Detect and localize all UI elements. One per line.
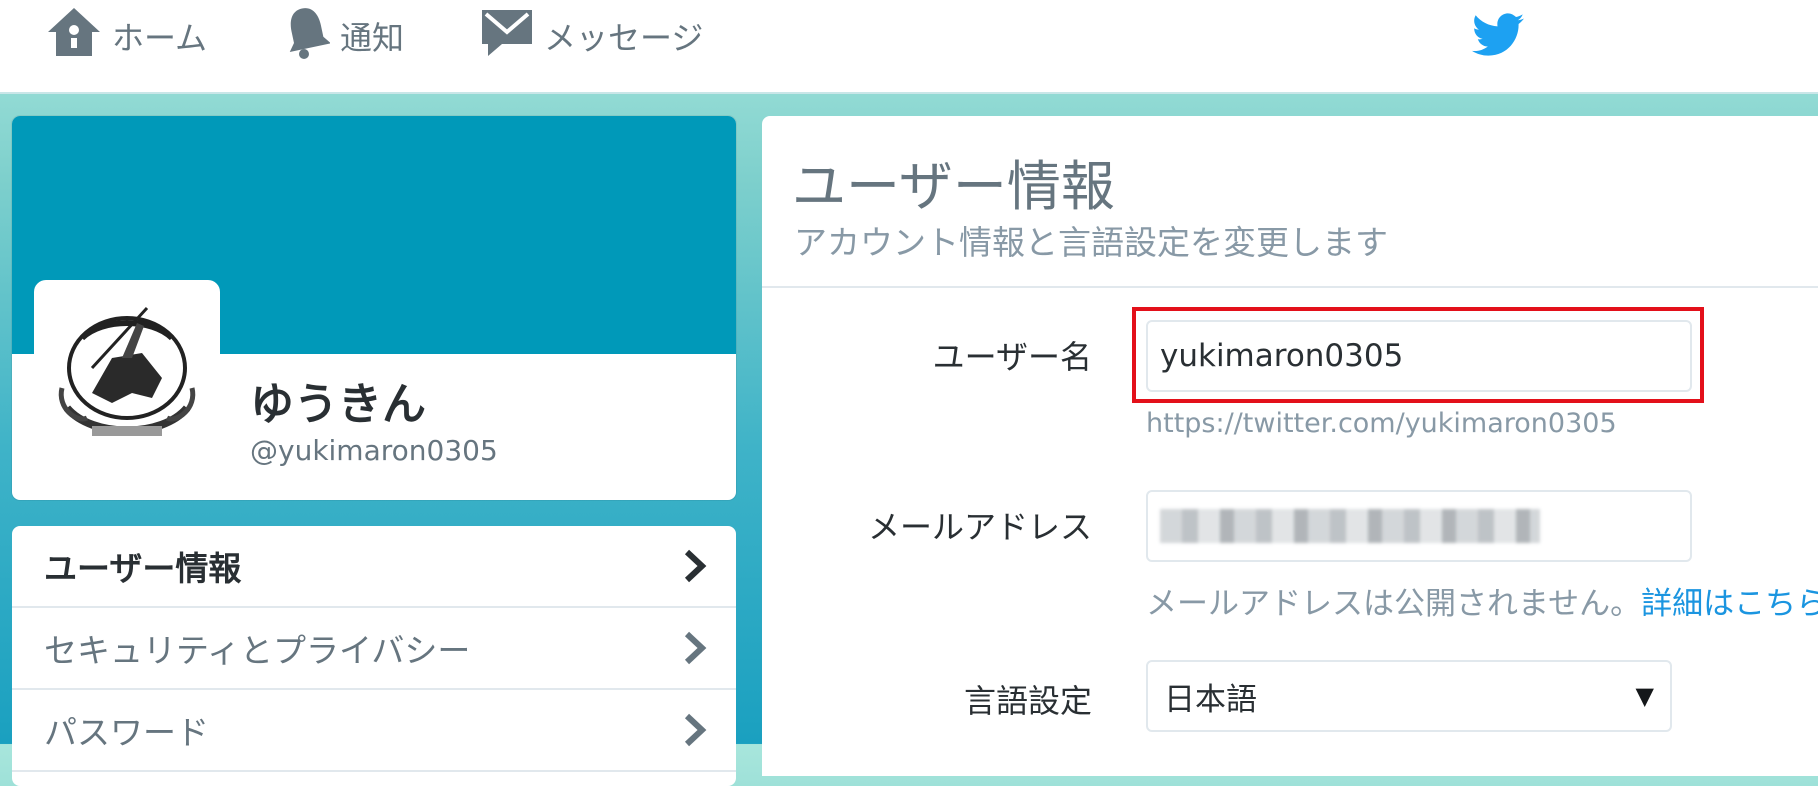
chevron-right-icon <box>682 712 708 752</box>
panel-header: ユーザー情報 アカウント情報と言語設定を変更します <box>762 116 1818 288</box>
nav-notifications[interactable]: 通知 <box>284 8 404 64</box>
language-select[interactable]: 日本語 ▼ <box>1146 660 1672 732</box>
envelope-icon <box>480 6 534 66</box>
nav-messages-label: メッセージ <box>544 19 704 57</box>
menu-item-label: セキュリティとプライバシー <box>44 631 471 670</box>
account-settings-panel: ユーザー情報 アカウント情報と言語設定を変更します ユーザー名 yukimaro… <box>762 116 1818 776</box>
avatar[interactable] <box>34 280 220 466</box>
twitter-bird-icon[interactable] <box>1472 12 1524 62</box>
menu-item-security-privacy[interactable]: セキュリティとプライバシー <box>12 608 736 690</box>
chevron-right-icon <box>682 630 708 670</box>
username-input[interactable]: yukimaron0305 <box>1146 320 1692 392</box>
menu-item-user-info[interactable]: ユーザー情報 <box>12 526 736 608</box>
page-title: ユーザー情報 <box>792 155 1115 218</box>
nav-notifications-label: 通知 <box>340 19 405 57</box>
home-icon <box>46 6 102 66</box>
language-select-value: 日本語 <box>1164 681 1257 718</box>
email-hint: メールアドレスは公開されません。詳細はこちら。 <box>1146 578 1818 623</box>
dropdown-arrow-icon: ▼ <box>1635 682 1654 710</box>
nav-messages[interactable]: メッセージ <box>480 8 703 64</box>
knight-crest-icon <box>58 306 196 436</box>
redacted-email <box>1160 509 1540 543</box>
profile-handle[interactable]: @yukimaron0305 <box>250 434 498 467</box>
email-label: メールアドレス <box>867 508 1092 546</box>
username-label: ユーザー名 <box>932 338 1092 376</box>
settings-menu: ユーザー情報 セキュリティとプライバシー パスワード <box>12 526 736 786</box>
menu-item-password[interactable]: パスワード <box>12 690 736 772</box>
top-navigation-bar: ホーム 通知 メッセージ <box>0 0 1818 94</box>
nav-home-label: ホーム <box>112 19 208 57</box>
nav-home[interactable]: ホーム <box>46 8 207 64</box>
bell-icon <box>284 4 331 68</box>
menu-item-label: ユーザー情報 <box>44 549 242 588</box>
email-input[interactable] <box>1146 490 1692 562</box>
email-hint-text: メールアドレスは公開されません。 <box>1146 586 1642 622</box>
username-url-hint: https://twitter.com/yukimaron0305 <box>1146 408 1617 439</box>
language-label: 言語設定 <box>963 682 1092 720</box>
chevron-right-icon <box>682 548 708 588</box>
learn-more-link[interactable]: 詳細はこちら。 <box>1641 586 1818 622</box>
profile-card: ゆうきん @yukimaron0305 <box>12 116 736 500</box>
profile-name[interactable]: ゆうきん <box>250 368 426 432</box>
menu-item-label: パスワード <box>44 713 209 752</box>
page-subtitle: アカウント情報と言語設定を変更します <box>794 223 1388 262</box>
